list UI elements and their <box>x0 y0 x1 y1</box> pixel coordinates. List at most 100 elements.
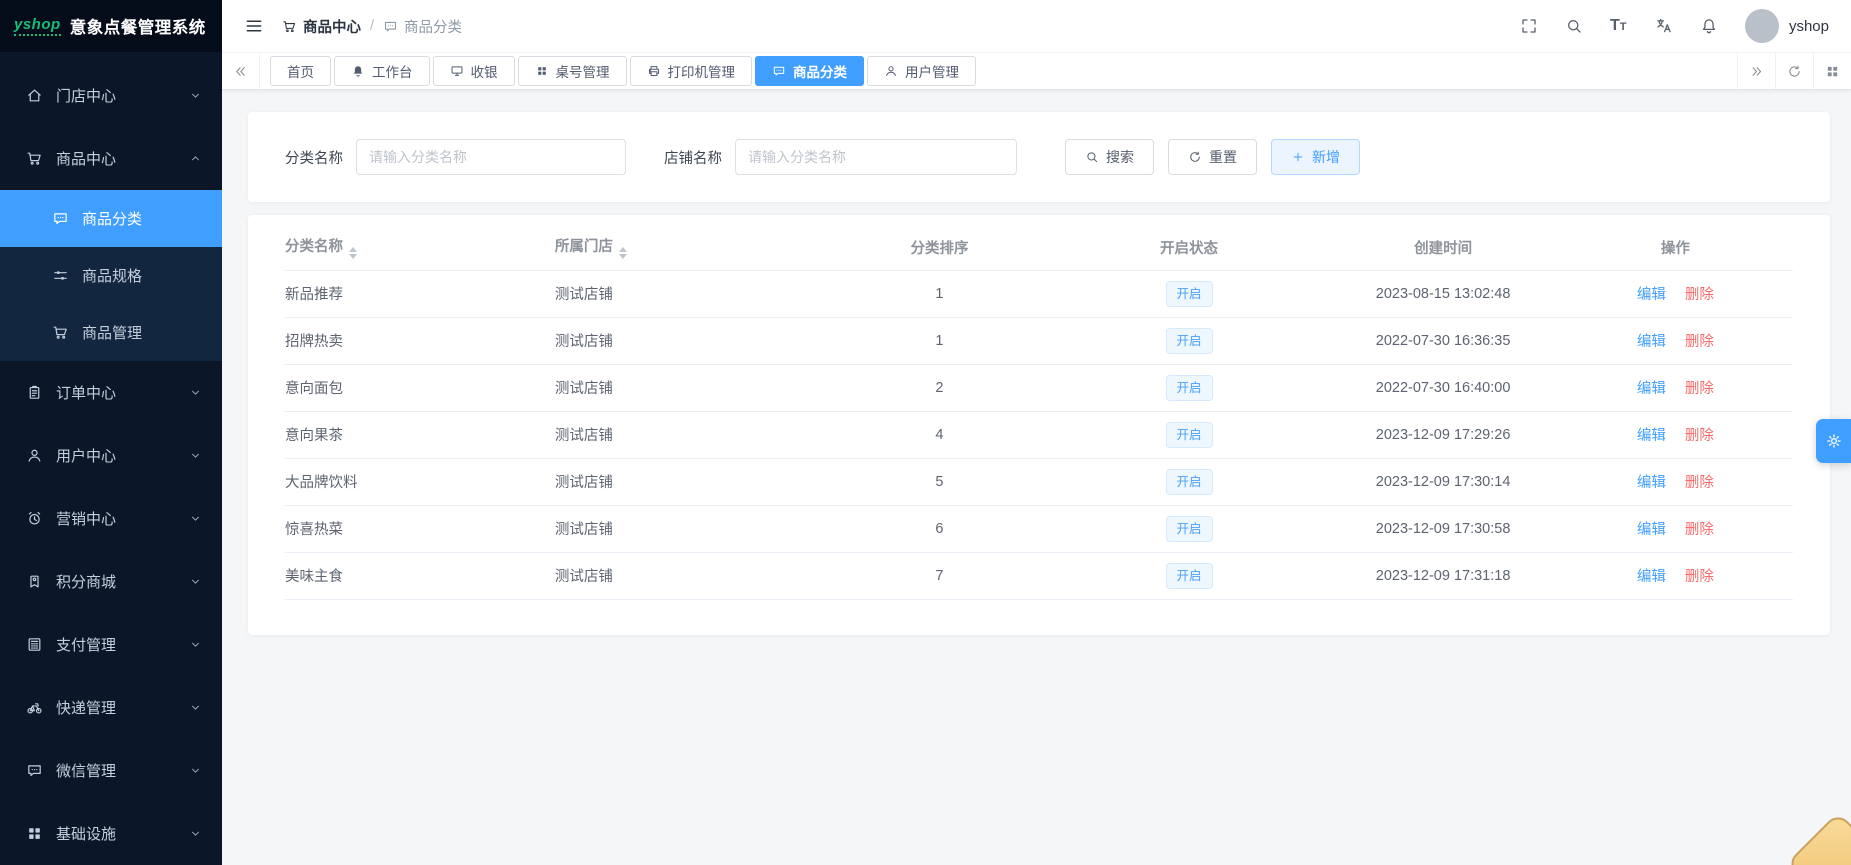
topbar: 商品中心 / 商品分类 TT yshop <box>222 0 1851 52</box>
sort-carets-icon[interactable] <box>349 247 357 259</box>
delete-link[interactable]: 删除 <box>1685 334 1714 350</box>
cell-sort-order: 4 <box>829 411 1049 458</box>
search-icon <box>1085 150 1099 164</box>
sidebar-item-payment-manage[interactable]: 支付管理 <box>0 613 222 676</box>
sort-carets-icon[interactable] <box>619 247 627 259</box>
cell-category-name: 意向面包 <box>285 364 555 411</box>
tab-label: 商品分类 <box>793 61 847 81</box>
status-badge: 开启 <box>1166 375 1213 401</box>
sidebar-item-label: 订单中心 <box>56 382 116 403</box>
tab-workbench[interactable]: 工作台 <box>334 56 430 86</box>
delete-link[interactable]: 删除 <box>1685 287 1714 303</box>
cell-sort-order: 1 <box>829 317 1049 364</box>
sidebar-item-points-mall[interactable]: 积分商城 <box>0 550 222 613</box>
delete-link[interactable]: 删除 <box>1685 381 1714 397</box>
edit-link[interactable]: 编辑 <box>1637 381 1666 397</box>
tab-printer-manage[interactable]: 打印机管理 <box>630 56 753 86</box>
notification-bell-icon[interactable] <box>1700 17 1718 35</box>
cell-created-time: 2023-12-09 17:29:26 <box>1329 411 1558 458</box>
cell-store: 测试店铺 <box>555 270 829 317</box>
tab-product-category[interactable]: 商品分类 <box>755 56 864 86</box>
scroll-tabs-left-button[interactable] <box>222 53 260 89</box>
table-header-row: 分类名称所属门店分类排序开启状态创建时间操作 <box>285 225 1793 270</box>
cell-category-name: 意向果茶 <box>285 411 555 458</box>
breadcrumb-item-product-category: 商品分类 <box>383 16 462 37</box>
tab-table-manage[interactable]: 桌号管理 <box>518 56 627 86</box>
chevron-down-icon <box>189 449 202 462</box>
store-name-field: 店铺名称 <box>664 139 1017 175</box>
status-badge: 开启 <box>1166 328 1213 354</box>
grid-dots-icon <box>535 64 549 78</box>
delete-link[interactable]: 删除 <box>1685 428 1714 444</box>
user-menu[interactable]: yshop <box>1745 9 1829 43</box>
table-row: 美味主食测试店铺7开启2023-12-09 17:31:18编辑删除 <box>285 552 1793 599</box>
settings-fab[interactable] <box>1816 419 1851 463</box>
delete-link[interactable]: 删除 <box>1685 475 1714 491</box>
cell-sort-order: 7 <box>829 552 1049 599</box>
filter-buttons: 搜索 重置 新增 <box>1065 139 1360 175</box>
store-name-input[interactable] <box>735 139 1017 175</box>
fullscreen-icon[interactable] <box>1520 17 1538 35</box>
monitor-icon <box>450 64 464 78</box>
status-badge: 开启 <box>1166 563 1213 589</box>
tag-icon <box>26 573 43 590</box>
search-button[interactable]: 搜索 <box>1065 139 1154 175</box>
cell-store: 测试店铺 <box>555 505 829 552</box>
sidebar-menu: 门店中心商品中心商品分类商品规格商品管理订单中心用户中心营销中心积分商城支付管理… <box>0 52 222 865</box>
refresh-icon <box>1188 150 1202 164</box>
chevron-down-icon <box>189 386 202 399</box>
search-icon[interactable] <box>1565 17 1583 35</box>
refresh-page-button[interactable] <box>1775 53 1813 89</box>
sidebar-item-product-category[interactable]: 商品分类 <box>0 190 222 247</box>
sidebar-item-store-center[interactable]: 门店中心 <box>0 64 222 127</box>
calculator-icon <box>26 636 43 653</box>
sidebar-item-product-spec[interactable]: 商品规格 <box>0 247 222 304</box>
scroll-tabs-right-button[interactable] <box>1737 53 1775 89</box>
edit-link[interactable]: 编辑 <box>1637 428 1666 444</box>
tab-home[interactable]: 首页 <box>270 56 331 86</box>
reset-button[interactable]: 重置 <box>1168 139 1257 175</box>
sidebar-item-marketing-center[interactable]: 营销中心 <box>0 487 222 550</box>
column-header[interactable]: 所属门店 <box>555 225 829 270</box>
column-header[interactable]: 分类名称 <box>285 225 555 270</box>
delete-link[interactable]: 删除 <box>1685 522 1714 538</box>
gear-icon <box>1825 432 1843 450</box>
sidebar-item-label: 用户中心 <box>56 445 116 466</box>
cell-category-name: 新品推荐 <box>285 270 555 317</box>
sidebar-item-product-manage[interactable]: 商品管理 <box>0 304 222 361</box>
category-name-label: 分类名称 <box>285 147 343 168</box>
tab-user-manage[interactable]: 用户管理 <box>867 56 976 86</box>
logo-mark: yshop <box>14 16 61 36</box>
sidebar-item-product-center[interactable]: 商品中心 <box>0 127 222 190</box>
store-name-label: 店铺名称 <box>664 147 722 168</box>
tab-cashier[interactable]: 收银 <box>433 56 515 86</box>
sidebar-item-express-manage[interactable]: 快递管理 <box>0 676 222 739</box>
sidebar: yshop 意象点餐管理系统 门店中心商品中心商品分类商品规格商品管理订单中心用… <box>0 0 222 865</box>
edit-link[interactable]: 编辑 <box>1637 287 1666 303</box>
edit-link[interactable]: 编辑 <box>1637 569 1666 585</box>
cell-category-name: 惊喜热菜 <box>285 505 555 552</box>
sidebar-item-wechat-manage[interactable]: 微信管理 <box>0 739 222 802</box>
hamburger-icon[interactable] <box>244 16 264 36</box>
edit-link[interactable]: 编辑 <box>1637 522 1666 538</box>
edit-link[interactable]: 编辑 <box>1637 475 1666 491</box>
sidebar-item-infrastructure[interactable]: 基础设施 <box>0 802 222 865</box>
sidebar-item-order-center[interactable]: 订单中心 <box>0 361 222 424</box>
font-size-icon[interactable]: TT <box>1610 17 1628 35</box>
add-button[interactable]: 新增 <box>1271 139 1360 175</box>
sidebar-item-user-center[interactable]: 用户中心 <box>0 424 222 487</box>
category-name-input[interactable] <box>356 139 626 175</box>
column-header: 分类排序 <box>829 225 1049 270</box>
tabs-options-button[interactable] <box>1813 53 1851 89</box>
translate-icon[interactable] <box>1655 17 1673 35</box>
user-icon <box>884 64 898 78</box>
delete-link[interactable]: 删除 <box>1685 569 1714 585</box>
avatar <box>1745 9 1779 43</box>
cell-created-time: 2023-12-09 17:30:58 <box>1329 505 1558 552</box>
sidebar-item-label: 基础设施 <box>56 823 116 844</box>
edit-link[interactable]: 编辑 <box>1637 334 1666 350</box>
category-table-card: 分类名称所属门店分类排序开启状态创建时间操作 新品推荐测试店铺1开启2023-0… <box>248 215 1830 635</box>
breadcrumb-item-product-center[interactable]: 商品中心 <box>282 16 361 37</box>
sidebar-item-label: 积分商城 <box>56 571 116 592</box>
cell-store: 测试店铺 <box>555 552 829 599</box>
